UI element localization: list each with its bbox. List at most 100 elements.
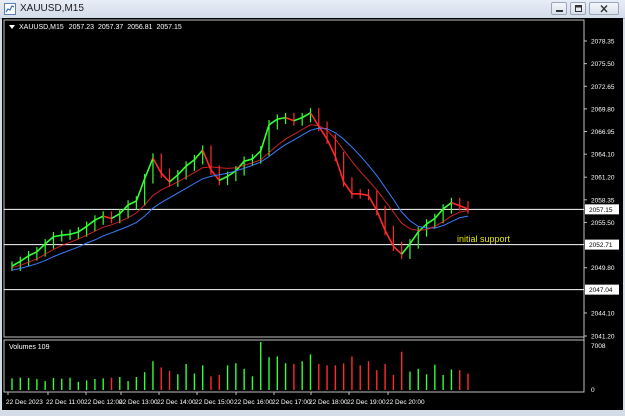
time-tick-label: 22 Dec 11:00 — [46, 399, 85, 406]
price-segment — [293, 116, 303, 122]
price-segment — [268, 118, 278, 126]
price-segment — [376, 210, 386, 231]
slow-ma-line — [11, 127, 469, 271]
price-segment — [169, 174, 179, 183]
price-segment — [69, 231, 79, 236]
initial-support-annotation: initial support — [457, 234, 511, 244]
close-button[interactable] — [589, 2, 619, 15]
price-segment — [434, 208, 444, 220]
price-segment — [259, 124, 270, 152]
price-tick-label: 2061.20 — [591, 175, 615, 182]
time-axis: 22 Dec 2023 22 Dec 11:00 22 Dec 12:0022 De… — [6, 392, 425, 406]
level-lines: 2057.15 2052.71 2047.04 — [4, 204, 619, 295]
price-segment — [243, 158, 253, 163]
level-price-label: 2052.71 — [589, 242, 613, 249]
price-segment — [152, 157, 162, 174]
price-segment — [409, 231, 419, 245]
time-tick-label: 22 Dec 2023 — [6, 399, 43, 406]
price-segment — [86, 219, 96, 228]
level-price-label: 2047.04 — [589, 287, 613, 294]
price-segment — [334, 156, 345, 183]
volume-max-label: 7008 — [591, 343, 606, 350]
header-open: 2057.23 — [69, 24, 94, 31]
title-bar[interactable]: XAUUSD,M15 — [0, 0, 625, 19]
price-tick-label: 2041.20 — [591, 334, 615, 341]
price-segment — [384, 230, 395, 247]
price-segment — [301, 112, 311, 119]
time-tick-label: 22 Dec 17:00 — [272, 399, 311, 406]
price-segment — [459, 205, 469, 210]
close-icon — [600, 5, 608, 13]
time-tick-label: 22 Dec 16:00 — [234, 399, 273, 406]
price-segment — [193, 149, 204, 161]
time-tick-label: 22 Dec 13:00 — [119, 399, 158, 406]
moving-averages — [11, 124, 469, 271]
price-segment — [367, 195, 378, 211]
price-segment — [177, 165, 187, 176]
header-close: 2057.15 — [156, 24, 181, 31]
time-tick-label: 22 Dec 19:00 — [347, 399, 386, 406]
time-tick-label: 22 Dec 20:00 — [386, 399, 425, 406]
minimize-icon — [556, 10, 563, 12]
level-price-label: 2057.15 — [589, 207, 613, 214]
price-chart[interactable]: XAUUSD,M15 2057.23 2057.37 2056.81 2057.… — [2, 18, 623, 410]
time-tick-label: 22 Dec 15:00 — [195, 399, 234, 406]
price-tick-label: 2049.80 — [591, 265, 615, 272]
price-segment — [19, 255, 30, 263]
bottom-strip — [0, 410, 625, 416]
price-segment — [218, 175, 228, 182]
price-tick-label: 2075.50 — [591, 61, 615, 68]
price-segment — [135, 178, 146, 202]
minimize-button[interactable] — [551, 2, 567, 15]
price-segment — [160, 172, 171, 183]
price-segment — [392, 245, 403, 255]
price-segment — [94, 215, 104, 221]
price-axis: 2078.35 2075.50 2072.65 2069.80 2066.95 2064.… — [584, 39, 615, 341]
price-tick-label: 2078.35 — [591, 39, 615, 46]
time-tick-label: 22 Dec 12:00 — [84, 399, 123, 406]
menu-arrow-icon[interactable] — [9, 25, 15, 29]
price-tick-label: 2072.65 — [591, 84, 615, 91]
price-segment — [360, 193, 369, 197]
price-segment — [143, 157, 154, 180]
price-segment — [251, 150, 262, 160]
price-segment — [127, 200, 137, 206]
header-high: 2057.37 — [98, 24, 123, 31]
price-segment — [185, 159, 195, 167]
chart-header: XAUUSD,M15 2057.23 2057.37 2056.81 2057.… — [19, 24, 182, 31]
maximize-button[interactable] — [570, 2, 586, 15]
window-title: XAUUSD,M15 — [20, 3, 84, 14]
price-segment — [451, 201, 460, 207]
maximize-icon — [575, 5, 582, 12]
time-tick-label: 22 Dec 18:00 — [309, 399, 348, 406]
chart-icon — [4, 3, 16, 15]
volume-bars — [11, 342, 469, 390]
chart-area[interactable]: XAUUSD,M15 2057.23 2057.37 2056.81 2057.… — [2, 18, 623, 410]
price-segment — [426, 217, 436, 225]
price-segment — [102, 215, 112, 220]
volume-zero-label: 0 — [591, 387, 595, 394]
price-tick-label: 2055.50 — [591, 220, 615, 227]
price-segment — [53, 234, 62, 238]
header-low: 2056.81 — [127, 24, 152, 31]
price-tick-label: 2064.10 — [591, 152, 615, 159]
price-segment — [442, 201, 452, 210]
price-segment — [342, 181, 353, 195]
price-segment — [111, 213, 121, 220]
price-segment — [326, 138, 337, 157]
price-tick-label: 2044.10 — [591, 310, 615, 317]
price-segment — [309, 112, 320, 127]
price-segment — [401, 243, 411, 255]
price-segment — [44, 236, 54, 245]
price-segment — [285, 116, 295, 122]
price-tick-label: 2066.95 — [591, 129, 615, 136]
time-tick-label: 22 Dec 14:00 — [157, 399, 196, 406]
price-segment — [77, 225, 88, 233]
price-segment — [277, 116, 286, 121]
header-symbol: XAUUSD,M15 — [19, 24, 64, 31]
volume-label: Volumes 109 — [9, 344, 50, 351]
price-tick-label: 2058.35 — [591, 197, 615, 204]
price-segment — [61, 233, 71, 236]
price-segment — [28, 251, 38, 257]
chart-window: XAUUSD,M15 XAUUSD,M15 2057.23 2057.37 20… — [0, 0, 625, 416]
